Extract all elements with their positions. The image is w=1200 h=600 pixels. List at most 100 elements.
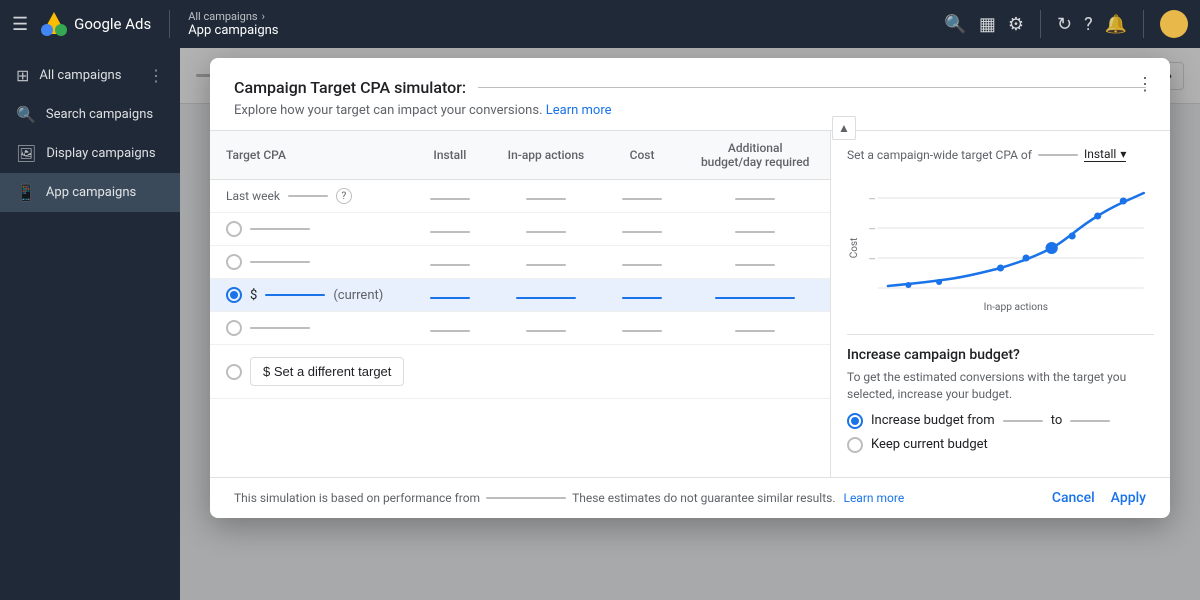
radio-option-2[interactable] (226, 254, 242, 270)
search-icon[interactable]: 🔍 (944, 14, 966, 35)
current-label: (current) (333, 288, 383, 303)
sidebar-item-search-campaigns[interactable]: 🔍 Search campaigns (0, 95, 180, 134)
learn-more-link[interactable]: Learn more (546, 103, 612, 118)
apply-button[interactable]: Apply (1111, 490, 1146, 506)
breadcrumb: All campaigns › App campaigns (188, 10, 278, 38)
dash (715, 297, 795, 299)
refresh-icon[interactable]: ↻ (1057, 14, 1072, 35)
table-row-set-target: $ Set a different target (210, 345, 830, 399)
chart-header-prefix: Set a campaign-wide target CPA of (847, 148, 1032, 162)
sidebar-item-app-campaigns[interactable]: 📱 App campaigns (0, 173, 180, 212)
row2-cost (604, 246, 681, 279)
chart-svg: Cost — — — (847, 178, 1154, 318)
dash (430, 231, 470, 233)
footer-learn-more-link[interactable]: Learn more (843, 491, 904, 505)
row3-additional (680, 312, 830, 345)
dash (526, 198, 566, 200)
modal-footer: This simulation is based on performance … (210, 477, 1170, 518)
current-value-dash (265, 294, 325, 296)
radio-set-target[interactable] (226, 364, 242, 380)
last-week-question[interactable]: ? (336, 188, 352, 204)
set-target-cell: $ Set a different target (210, 345, 830, 399)
row3-cost (604, 312, 681, 345)
modal-overlay: Campaign Target CPA simulator: Explore h… (180, 48, 1200, 600)
dash (735, 264, 775, 266)
avatar[interactable] (1160, 10, 1188, 38)
dash (735, 330, 775, 332)
table-row-last-week: Last week ? (210, 180, 830, 213)
topbar-divider (169, 10, 170, 38)
radio-option-1[interactable] (226, 221, 242, 237)
dash (430, 330, 470, 332)
dash (430, 264, 470, 266)
dash (735, 231, 775, 233)
last-week-cost (604, 180, 681, 213)
dash (526, 330, 566, 332)
budget-desc: To get the estimated conversions with th… (847, 369, 1154, 403)
table-row (210, 312, 830, 345)
bell-icon[interactable]: 🔔 (1105, 14, 1127, 35)
value-dash (250, 261, 310, 263)
row1-install (412, 213, 489, 246)
install-dropdown[interactable]: Install ▾ (1084, 147, 1126, 162)
brand-name: Google Ads (74, 15, 151, 33)
table-row (210, 246, 830, 279)
chart-icon[interactable]: ▦ (979, 14, 996, 35)
modal-title-text: Campaign Target CPA simulator: (234, 78, 466, 97)
breadcrumb-arrow: › (262, 10, 265, 23)
row1-cost (604, 213, 681, 246)
modal-body: Target CPA Install In-app actions Cost A… (210, 131, 1170, 477)
row1-additional (680, 213, 830, 246)
topbar-icons-group-2: ↻ ? 🔔 (1057, 14, 1127, 35)
topbar: ☰ Google Ads All campaigns › App campaig… (0, 0, 1200, 48)
chart-header-dash (1038, 154, 1078, 156)
more-icon[interactable]: ⋮ (148, 66, 164, 85)
row3-in-app (488, 312, 604, 345)
app-campaigns-icon: 📱 (16, 183, 36, 202)
dash (430, 198, 470, 200)
modal-table-area: Target CPA Install In-app actions Cost A… (210, 131, 830, 477)
row2-additional (680, 246, 830, 279)
current-install (412, 279, 489, 312)
modal-more-icon[interactable]: ⋮ (1136, 74, 1154, 95)
radio-current[interactable] (226, 287, 242, 303)
dash (622, 264, 662, 266)
menu-icon[interactable]: ☰ (12, 14, 28, 35)
install-dropdown-label: Install (1084, 147, 1116, 161)
sidebar: ⊞ All campaigns ⋮ 🔍 Search campaigns 🖼 D… (0, 48, 180, 600)
budget-keep-label: Keep current budget (871, 437, 988, 452)
sidebar-item-label: Search campaigns (46, 107, 153, 122)
tools-icon[interactable]: ⚙ (1008, 14, 1024, 35)
sidebar-item-display-campaigns[interactable]: 🖼 Display campaigns (0, 134, 180, 173)
budget-title: Increase campaign budget? (847, 347, 1154, 363)
topbar-separator (1040, 10, 1041, 38)
current-in-app (488, 279, 604, 312)
chart-area: Cost — — — (847, 178, 1154, 318)
budget-to: to (1051, 413, 1063, 428)
sidebar-item-all-campaigns[interactable]: ⊞ All campaigns ⋮ (0, 56, 180, 95)
row1-cpa (210, 213, 412, 246)
current-additional (680, 279, 830, 312)
set-target-button[interactable]: $ Set a different target (250, 357, 404, 386)
modal-header: Campaign Target CPA simulator: Explore h… (210, 58, 1170, 131)
modal-title: Campaign Target CPA simulator: (234, 78, 1146, 97)
help-icon[interactable]: ? (1084, 14, 1093, 35)
dropdown-chevron: ▾ (1120, 147, 1126, 161)
dash (622, 330, 662, 332)
modal-subtitle: Explore how your target can impact your … (234, 103, 1146, 118)
cancel-button[interactable]: Cancel (1052, 490, 1095, 506)
last-week-install (412, 180, 489, 213)
footer-suffix: These estimates do not guarantee similar… (572, 491, 835, 505)
svg-text:In-app actions: In-app actions (984, 302, 1048, 313)
radio-option-3[interactable] (226, 320, 242, 336)
dash (622, 198, 662, 200)
budget-option-increase: Increase budget from to (847, 413, 1154, 429)
budget-radio-increase[interactable] (847, 413, 863, 429)
title-divider (478, 87, 1146, 88)
scroll-up-button[interactable]: ▲ (832, 116, 856, 140)
budget-radio-keep[interactable] (847, 437, 863, 453)
budget-from-dash (1003, 420, 1043, 422)
dash (622, 297, 662, 299)
last-week-label: Last week (226, 189, 280, 203)
svg-text:—: — (868, 255, 875, 265)
